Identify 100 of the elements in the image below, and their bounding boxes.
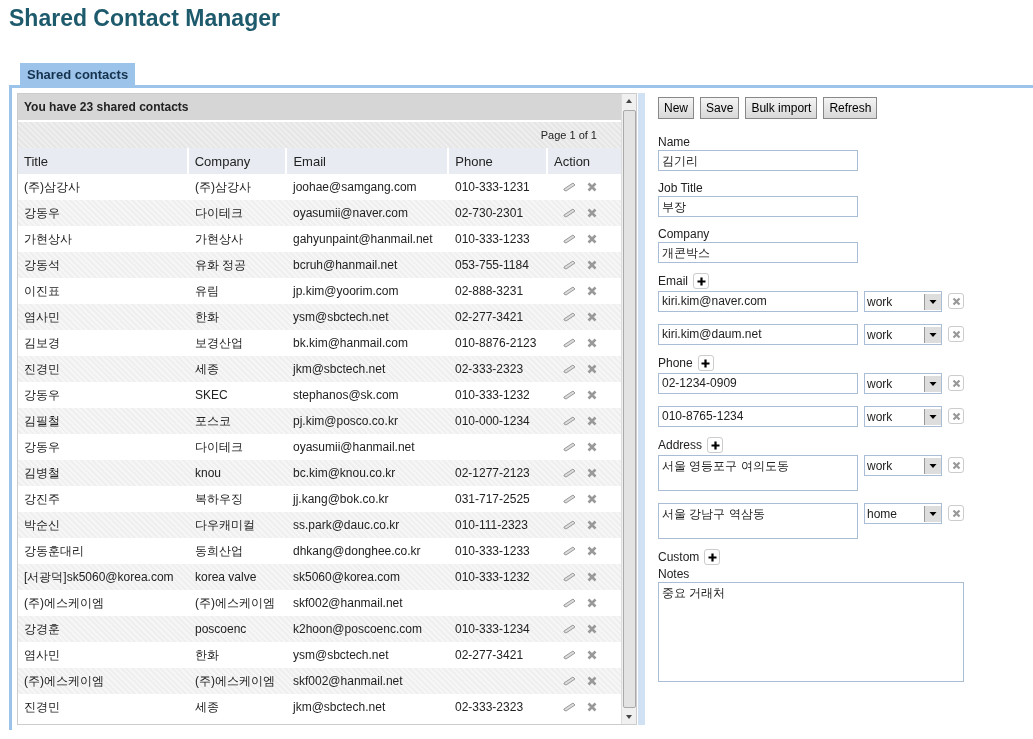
delete-icon[interactable]: [587, 624, 597, 634]
pencil-icon[interactable]: [563, 546, 577, 556]
table-cell: 010-333-1233: [455, 232, 530, 246]
toolbar-button[interactable]: New: [658, 97, 694, 119]
delete-icon[interactable]: [587, 572, 597, 582]
remove-button[interactable]: [948, 457, 964, 473]
pencil-icon[interactable]: [563, 702, 577, 712]
pencil-icon[interactable]: [563, 182, 577, 192]
field-label: Phone: [658, 355, 693, 371]
add-button[interactable]: [707, 437, 724, 453]
delete-icon[interactable]: [587, 702, 597, 712]
delete-icon[interactable]: [587, 182, 597, 192]
column-header[interactable]: Company: [188, 148, 286, 174]
type-dropdown[interactable]: work: [864, 324, 942, 345]
type-dropdown[interactable]: work: [864, 373, 942, 394]
remove-button[interactable]: [948, 408, 964, 424]
pencil-icon[interactable]: [563, 338, 577, 348]
add-button[interactable]: [693, 273, 709, 289]
delete-icon[interactable]: [587, 390, 597, 400]
notes-field[interactable]: 중요 거래처: [658, 582, 964, 682]
pencil-icon[interactable]: [563, 208, 577, 218]
delete-icon[interactable]: [587, 468, 597, 478]
table-cell-text: jkm@sbctech.net: [291, 700, 387, 714]
toolbar-button[interactable]: Save: [700, 97, 740, 119]
tab[interactable]: Shared contacts: [20, 63, 136, 85]
remove-button[interactable]: [948, 293, 964, 309]
delete-icon[interactable]: [587, 546, 597, 556]
delete-icon[interactable]: [587, 208, 597, 218]
pencil-icon[interactable]: [563, 494, 577, 504]
pencil-icon[interactable]: [563, 598, 577, 608]
delete-icon[interactable]: [587, 520, 597, 530]
scroll-up-icon[interactable]: [625, 98, 633, 104]
delete-icon[interactable]: [587, 234, 597, 244]
table-cell-text: skf002@hanmail.net: [292, 674, 404, 688]
add-button[interactable]: [697, 355, 714, 371]
table-cell: 010-000-1234: [455, 414, 530, 428]
type-dropdown[interactable]: work: [864, 291, 942, 312]
pencil-icon[interactable]: [563, 260, 577, 270]
column-header[interactable]: Action: [547, 148, 621, 174]
column-header[interactable]: Title: [18, 148, 187, 174]
pencil-icon[interactable]: [563, 234, 577, 244]
pencil-icon[interactable]: [563, 312, 577, 322]
table-cell-text: 강동훈대리: [23, 542, 85, 560]
toolbar-button[interactable]: Refresh: [823, 97, 878, 119]
pencil-icon[interactable]: [563, 676, 577, 686]
table-cell-text: 염사민: [23, 646, 61, 664]
table-cell-text: SKEC: [194, 388, 229, 402]
table-cell-text: ss.park@dauc.co.kr: [292, 518, 401, 532]
input-field[interactable]: 010-8765-1234: [658, 406, 858, 427]
delete-icon[interactable]: [587, 442, 597, 452]
remove-button[interactable]: [948, 505, 964, 521]
add-button[interactable]: [704, 549, 721, 565]
delete-icon[interactable]: [587, 650, 597, 660]
delete-icon[interactable]: [587, 338, 597, 348]
pencil-icon[interactable]: [563, 364, 577, 374]
column-header[interactable]: Email: [287, 148, 448, 174]
field-label: Company: [658, 227, 711, 242]
delete-icon[interactable]: [587, 416, 597, 426]
delete-icon[interactable]: [587, 260, 597, 270]
remove-button[interactable]: [948, 375, 964, 391]
delete-icon[interactable]: [587, 494, 597, 504]
dropdown-arrow-icon: [924, 326, 941, 343]
column-header[interactable]: Phone: [449, 148, 546, 174]
delete-icon[interactable]: [587, 676, 597, 686]
pencil-icon[interactable]: [563, 442, 577, 452]
pencil-icon[interactable]: [563, 520, 577, 530]
toolbar-button[interactable]: Bulk import: [745, 97, 818, 119]
pencil-icon[interactable]: [563, 624, 577, 634]
close-icon: [951, 411, 961, 421]
type-dropdown[interactable]: home: [864, 503, 942, 524]
input-field[interactable]: 서울 강남구 역삼동: [658, 503, 858, 539]
remove-button[interactable]: [948, 326, 964, 342]
input-field[interactable]: 서울 영등포구 여의도동: [658, 455, 858, 491]
delete-icon[interactable]: [587, 364, 597, 374]
pencil-icon[interactable]: [563, 572, 577, 582]
delete-icon[interactable]: [587, 312, 597, 322]
table-cell-text: 다이테크: [194, 204, 244, 222]
delete-icon[interactable]: [587, 598, 597, 608]
pencil-icon[interactable]: [563, 416, 577, 426]
table-cell-text: 한화: [194, 646, 220, 664]
type-dropdown[interactable]: work: [864, 455, 942, 476]
type-dropdown[interactable]: work: [864, 406, 942, 427]
table-cell: 02-888-3231: [455, 284, 524, 298]
pencil-icon[interactable]: [563, 650, 577, 660]
scroll-down-icon[interactable]: [625, 714, 633, 720]
table-cell: 010-111-2323: [455, 518, 528, 532]
input-field[interactable]: 개콘박스: [658, 242, 858, 263]
delete-icon[interactable]: [587, 286, 597, 296]
input-field[interactable]: kiri.kim@daum.net: [658, 324, 858, 345]
input-field[interactable]: 김기리: [658, 150, 858, 171]
table-cell: 010-333-1233: [455, 544, 530, 558]
field-label: Custom: [658, 549, 700, 565]
input-field[interactable]: 부장: [658, 196, 858, 217]
input-field[interactable]: kiri.kim@naver.com: [658, 291, 858, 312]
pencil-icon[interactable]: [563, 468, 577, 478]
input-field[interactable]: 02-1234-0909: [658, 373, 858, 394]
pencil-icon[interactable]: [563, 286, 577, 296]
pencil-icon[interactable]: [563, 390, 577, 400]
table-cell-text: jkm@sbctech.net: [291, 362, 387, 376]
plus-icon: [707, 552, 717, 562]
